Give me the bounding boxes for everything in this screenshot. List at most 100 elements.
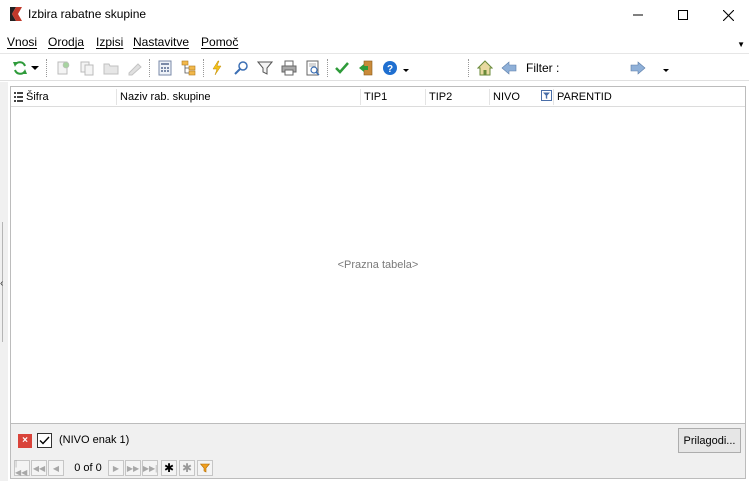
previous-record-icon: ◀ (52, 463, 60, 473)
minimize-icon (633, 14, 643, 16)
previous-page-button[interactable]: ◀◀ (31, 460, 47, 476)
next-record-button[interactable]: ▶ (108, 460, 124, 476)
previous-page-icon: ◀◀ (32, 463, 46, 473)
close-icon (722, 9, 734, 21)
menu-orodja[interactable]: Orodja (48, 35, 84, 49)
edit-button[interactable] (125, 58, 145, 78)
column-chooser-icon[interactable] (14, 92, 23, 102)
search-button[interactable] (231, 58, 251, 78)
first-page-button[interactable]: |◀◀ (14, 459, 30, 477)
refresh-icon (13, 61, 27, 75)
new-icon (57, 61, 70, 75)
edit-icon (128, 63, 142, 76)
menu-overflow-chevron-icon[interactable]: ▼ (737, 40, 745, 49)
column-separator[interactable] (553, 89, 554, 105)
confirm-icon (335, 62, 349, 74)
customize-filter-button[interactable]: Prilagodi... (678, 428, 741, 453)
toolbar-separator (327, 59, 328, 77)
search-icon (234, 61, 248, 75)
title-bar: Izbira rabatne skupine (0, 0, 749, 30)
back-button[interactable] (499, 58, 519, 78)
last-page-button[interactable]: ▶▶| (142, 460, 158, 476)
column-separator[interactable] (489, 89, 490, 105)
forward-button[interactable] (628, 58, 648, 78)
data-grid[interactable]: Šifra Naziv rab. skupine TIP1 TIP2 NIVO … (10, 86, 746, 424)
chevron-down-icon (663, 69, 669, 72)
calculator-icon (158, 60, 172, 76)
help-button[interactable]: ? (380, 58, 400, 78)
help-dropdown-button[interactable] (400, 58, 412, 78)
menu-nastavitve-mnemonic: N (133, 35, 142, 49)
insert-record-button[interactable]: ✱ (161, 460, 177, 476)
refresh-button[interactable] (10, 58, 30, 78)
menu-pomoc-label: omoč (209, 35, 239, 49)
menu-nastavitve[interactable]: Nastavitve (133, 35, 189, 49)
new-button[interactable] (53, 58, 73, 78)
next-page-button[interactable]: ▶▶ (125, 460, 141, 476)
calculator-button[interactable] (155, 58, 175, 78)
column-header-tip2[interactable]: TIP2 (429, 91, 452, 103)
menu-vnosi[interactable]: Vnosi (7, 35, 37, 49)
copy-button[interactable] (77, 58, 97, 78)
menu-izpisi[interactable]: Izpisi (96, 35, 123, 49)
home-icon (477, 60, 493, 76)
open-button[interactable] (101, 58, 121, 78)
first-page-icon: |◀◀ (15, 459, 28, 477)
lightning-icon (212, 60, 222, 76)
column-header-tip1[interactable]: TIP1 (364, 91, 387, 103)
exit-button[interactable] (356, 58, 376, 78)
column-header-sifra[interactable]: Šifra (26, 91, 49, 103)
forward-dropdown-button[interactable] (660, 58, 672, 78)
nav-filter-button[interactable] (197, 460, 213, 476)
column-separator[interactable] (360, 89, 361, 105)
column-header-naziv[interactable]: Naziv rab. skupine (120, 91, 211, 103)
chevron-down-icon (31, 66, 39, 70)
filter-expression-text[interactable]: (NIVO enak 1) (59, 434, 129, 446)
confirm-button[interactable] (332, 58, 352, 78)
print-icon (281, 60, 297, 76)
lightning-button[interactable] (207, 58, 227, 78)
previous-record-button[interactable]: ◀ (48, 460, 64, 476)
forward-icon (630, 61, 646, 75)
menu-vnosi-label: nosi (15, 35, 38, 49)
svg-text:?: ? (387, 64, 393, 75)
side-panel-splitter[interactable]: ‹ (0, 82, 8, 481)
maximize-button[interactable] (660, 0, 706, 30)
print-button[interactable] (279, 58, 299, 78)
print-preview-button[interactable] (303, 58, 323, 78)
menu-nastavitve-label: astavitve (141, 35, 190, 49)
clear-filter-button[interactable]: × (18, 434, 32, 448)
menu-pomoc-mnemonic: P (201, 35, 210, 49)
append-record-button[interactable]: ✱ (179, 460, 195, 476)
refresh-dropdown-button[interactable] (29, 58, 41, 78)
menu-izpisi-label: zpisi (99, 35, 124, 49)
copy-icon (80, 61, 94, 76)
filter-button[interactable] (255, 58, 275, 78)
toolbar-separator (203, 59, 204, 77)
home-button[interactable] (475, 58, 495, 78)
maximize-icon (678, 10, 688, 20)
record-navigator: |◀◀ ◀◀ ◀ 0 of 0 ▶ ▶▶ ▶▶| ✱ ✱ (10, 457, 746, 479)
close-button[interactable] (705, 0, 749, 30)
chevron-left-icon[interactable]: ‹ (0, 278, 3, 289)
exit-icon (359, 60, 373, 76)
filter-enabled-checkbox[interactable] (37, 433, 52, 448)
column-separator[interactable] (116, 89, 117, 105)
asterisk-icon: ✱ (163, 461, 175, 475)
menu-pomoc[interactable]: Pomoč (201, 35, 238, 49)
funnel-icon (257, 61, 273, 75)
menu-orodja-mnemonic: O (48, 35, 58, 49)
filter-status-bar: × (NIVO enak 1) Prilagodi... (10, 424, 746, 457)
menu-vnosi-mnemonic: V (7, 35, 16, 49)
column-separator[interactable] (425, 89, 426, 105)
menu-orodja-label: rodja (57, 35, 85, 49)
help-icon: ? (383, 61, 397, 75)
filter-label: Filter : (526, 61, 560, 75)
column-header-parentid[interactable]: PARENTID (557, 91, 612, 103)
funnel-icon (200, 463, 210, 473)
minimize-button[interactable] (615, 0, 661, 30)
column-filter-icon[interactable] (541, 90, 552, 101)
tree-button[interactable] (179, 58, 199, 78)
column-header-nivo[interactable]: NIVO (493, 91, 520, 103)
grid-header: Šifra Naziv rab. skupine TIP1 TIP2 NIVO … (11, 87, 745, 107)
